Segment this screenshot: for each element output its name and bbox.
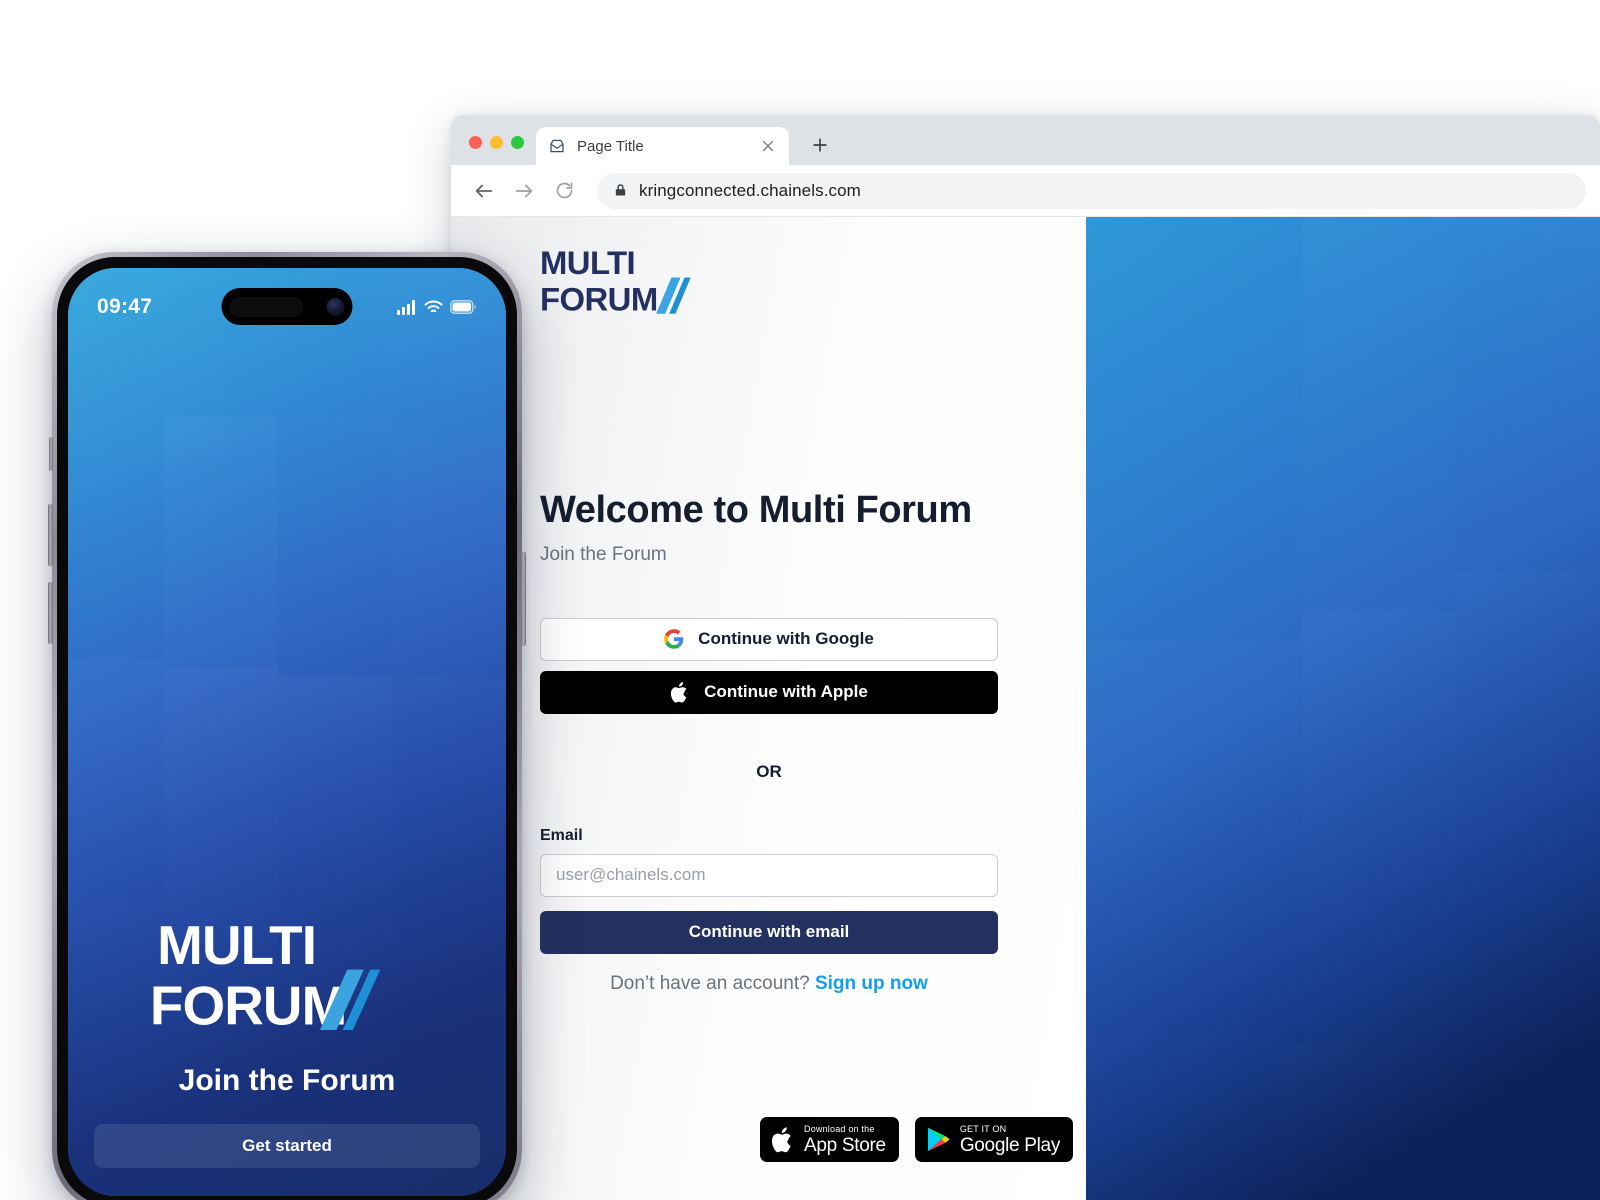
phone-mockup: 09:47 MULTI FORUM Join the Forum Get sta…: [48, 252, 526, 1200]
front-camera: [326, 297, 345, 316]
svg-text:FORUM: FORUM: [150, 975, 347, 1037]
address-bar[interactable]: kringconnected.chainels.com: [597, 172, 1586, 209]
page-title: Welcome to Multi Forum: [540, 489, 972, 531]
phone-tagline: Join the Forum: [178, 1064, 396, 1097]
reload-button[interactable]: [547, 174, 581, 208]
back-arrow-icon: [475, 184, 493, 197]
collage-blue-tint: [1086, 217, 1600, 1200]
browser-tab[interactable]: Page Title: [536, 127, 789, 165]
multi-forum-logo: MULTI FORUM: [540, 242, 710, 327]
browser-window: Page Title kringconnected.chainels.com M…: [451, 115, 1600, 1200]
divider-or: OR: [756, 761, 782, 781]
logo-slash-accent: [656, 277, 691, 314]
forward-arrow-icon: [515, 184, 533, 197]
google-play-icon: [927, 1127, 950, 1152]
screenshot-stage: Page Title kringconnected.chainels.com M…: [0, 0, 1600, 1200]
app-store-badge[interactable]: Download on the App Store: [760, 1117, 899, 1162]
continue-with-apple-button[interactable]: Continue with Apple: [540, 670, 998, 714]
browser-tab-strip: Page Title: [451, 115, 1600, 165]
wifi-icon: [424, 300, 443, 312]
lock-icon: [615, 184, 626, 196]
email-label: Email: [540, 826, 583, 844]
svg-text:FORUM: FORUM: [540, 280, 658, 317]
status-bar-clock: 09:47: [97, 295, 153, 318]
continue-with-apple-label: Continue with Apple: [704, 682, 868, 702]
apple-icon: [671, 681, 687, 703]
continue-with-google-button[interactable]: Continue with Google: [540, 617, 998, 661]
window-traffic-lights: [465, 136, 536, 165]
continue-with-email-label: Continue with email: [688, 922, 850, 942]
plus-icon: [813, 138, 827, 152]
app-store-badges: Download on the App Store GET IT ON Goog…: [760, 1117, 1074, 1162]
page-subtitle: Join the Forum: [540, 543, 667, 565]
email-input[interactable]: [540, 853, 998, 897]
forward-button[interactable]: [507, 174, 541, 208]
app-store-badge-small: Download on the: [804, 1123, 875, 1134]
phone-mute-switch: [49, 437, 53, 471]
signup-prompt: Don’t have an account? Sign up now: [540, 973, 998, 995]
browser-toolbar: kringconnected.chainels.com: [451, 165, 1600, 217]
minimize-window-button[interactable]: [490, 136, 503, 149]
svg-text:MULTI: MULTI: [540, 244, 635, 281]
app-store-badge-large: App Store: [804, 1134, 886, 1156]
google-play-badge-small: GET IT ON: [959, 1123, 1007, 1134]
address-bar-url: kringconnected.chainels.com: [639, 180, 861, 200]
sign-up-now-link[interactable]: Sign up now: [815, 973, 928, 994]
login-page: MULTI FORUM Welcome to Multi Forum Join …: [451, 217, 1600, 1200]
svg-text:MULTI: MULTI: [157, 914, 316, 976]
get-started-label: Get started: [242, 1136, 332, 1155]
tab-title: Page Title: [577, 137, 644, 155]
phone-content: MULTI FORUM Join the Forum Get started: [68, 913, 506, 1196]
close-window-button[interactable]: [469, 136, 482, 149]
login-pane: MULTI FORUM Welcome to Multi Forum Join …: [451, 217, 1086, 1200]
status-bar-icons: [397, 299, 477, 315]
phone-multi-forum-logo: MULTI FORUM: [150, 914, 381, 1037]
login-form: Welcome to Multi Forum Join the Forum Co…: [540, 489, 998, 995]
zoom-window-button[interactable]: [511, 136, 524, 149]
phone-bezel: 09:47 MULTI FORUM Join the Forum Get sta…: [57, 257, 517, 1200]
google-play-badge[interactable]: GET IT ON Google Play: [914, 1117, 1074, 1162]
continue-with-email-button[interactable]: Continue with email: [540, 910, 998, 954]
continue-with-google-label: Continue with Google: [698, 629, 874, 649]
shop-icon: [550, 139, 564, 153]
google-play-badge-large: Google Play: [959, 1134, 1061, 1156]
dynamic-island: [221, 288, 353, 325]
phone-screen: 09:47 MULTI FORUM Join the Forum Get sta…: [68, 268, 506, 1196]
close-icon[interactable]: [759, 137, 777, 155]
get-started-button[interactable]: Get started: [94, 1124, 480, 1168]
hero-collage-pane: [1086, 217, 1600, 1200]
new-tab-button[interactable]: [803, 128, 837, 162]
google-icon: [664, 629, 684, 649]
back-button[interactable]: [467, 174, 501, 208]
phone-volume-down-button: [48, 582, 53, 644]
reload-icon: [556, 182, 572, 199]
apple-icon: [771, 1126, 791, 1152]
earpiece-speaker: [229, 296, 304, 317]
phone-volume-up-button: [48, 504, 53, 566]
phone-power-button: [521, 552, 526, 646]
cellular-signal-icon: [397, 299, 415, 315]
signup-prompt-text: Don’t have an account?: [610, 972, 810, 994]
battery-icon: [450, 300, 476, 314]
multi-forum-logo-mark: MULTI FORUM: [540, 244, 691, 317]
